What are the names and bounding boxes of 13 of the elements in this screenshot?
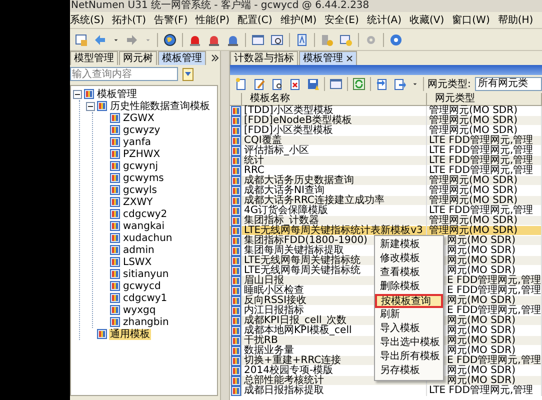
table-cell: LTE FDD管理网元,管理	[427, 156, 542, 166]
table-cell: 成都大话务历史数据查询	[242, 176, 427, 186]
table-cell: 成都日报指标提取	[242, 386, 427, 396]
table-cell: LTE FDD管理网元,管理	[427, 136, 542, 146]
table-cell: CQI覆盖	[242, 136, 427, 146]
table-cell: 统计	[242, 156, 427, 166]
table-cell: 管理网元(MO SDR)	[427, 116, 542, 126]
table-cell: 成都大话务RRC连接建立成功率	[242, 196, 427, 206]
table-cell: 管理网元(MO SDR)	[427, 176, 542, 186]
table-cell: [FDD]eNodeB类型模板	[242, 116, 427, 126]
filter-label: 网元类型:	[428, 78, 471, 91]
table-cell: LTE FDD管理网元,管理	[427, 386, 542, 396]
table-cell: 管理网元(MO SDR)	[427, 196, 542, 206]
